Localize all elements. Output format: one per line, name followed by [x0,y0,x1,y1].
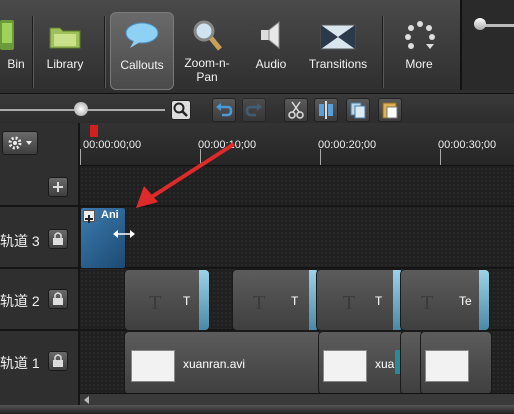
tab-callouts[interactable]: Callouts [110,12,174,90]
paste-icon [382,102,398,119]
timeline-toolbar [0,93,514,124]
magnifier-icon [193,20,222,51]
tab-bin-label: Bin [7,57,25,71]
text-clip[interactable]: T T [124,269,210,331]
window-bottom-edge [0,405,514,414]
zoom-label-line1: Zoom-n- [184,56,230,70]
copy-button[interactable] [346,98,370,122]
preview-zoom-knob[interactable] [474,18,486,30]
clip-bin-icon [0,20,14,50]
tab-zoom-n-pan-label: Zoom-n- Pan [176,56,238,84]
tab-more-label: More [405,57,433,71]
library-folder-icon [49,27,81,49]
transition-marker[interactable] [479,270,489,330]
text-clip-label: T [291,294,299,308]
transition-marker[interactable] [199,270,209,330]
timeline-settings-button[interactable] [2,131,38,155]
video-thumbnail [425,350,469,382]
toolbar-divider [104,16,106,88]
copy-icon [350,102,366,119]
tab-library[interactable]: Library [36,14,94,88]
resize-cursor-icon [113,230,135,238]
tab-transitions-label: Transitions [308,57,368,71]
video-clip[interactable]: xuanran.avi [124,331,322,395]
text-clip-label: T [183,294,191,308]
tab-audio-label: Audio [255,57,287,71]
ruler-time-20: 00:00:20;00 [318,139,377,151]
zoom-label-line2: Pan [196,70,218,84]
video-thumbnail [131,350,175,382]
callout-bubble-icon [125,22,159,48]
gear-icon [8,136,32,150]
track-2-label: 轨道 2 [0,293,40,309]
split-button[interactable] [314,98,338,122]
cut-button[interactable] [284,98,308,122]
scroll-left-icon[interactable] [82,395,92,405]
track-3-label: 轨道 3 [0,233,40,249]
track-headers: 轨道 3 轨道 2 轨道 1 [0,123,78,405]
video-clip-label: xuanran.avi [183,357,246,371]
timeline-zoom-button[interactable] [171,100,191,120]
video-clip[interactable]: xua [318,331,404,395]
text-clip[interactable]: T Te [400,269,490,331]
undo-button[interactable] [212,98,236,122]
expand-clip-button[interactable] [83,210,95,223]
ruler-tick [440,149,441,165]
timeline-zoom-knob[interactable] [74,102,88,116]
text-clip-thumb: T [149,292,162,314]
ruler-time-30: 00:00:30;00 [438,139,497,151]
preview-zoom-panel [460,0,514,90]
lock-icon [53,354,63,367]
tab-audio[interactable]: Audio [242,14,300,88]
playhead-marker[interactable] [90,125,98,137]
tab-library-label: Library [46,57,84,71]
tab-callouts-label: Callouts [120,58,164,72]
redo-button[interactable] [242,98,266,122]
video-clip[interactable] [420,331,492,395]
ruler-tick [320,149,321,165]
track-1-label: 轨道 1 [0,355,40,371]
lock-icon [53,292,63,305]
text-clip-thumb: T [421,292,434,314]
add-track-button[interactable] [48,177,68,197]
track-1-lock-button[interactable] [48,351,68,371]
track-2-lock-button[interactable] [48,289,68,309]
scissors-icon [288,101,304,119]
paste-button[interactable] [378,98,402,122]
text-clip-thumb: T [253,292,266,314]
toolbar-divider [32,16,34,88]
tab-bin[interactable]: Bin [0,14,30,88]
undo-icon [216,103,233,117]
toolbar-divider [382,16,384,88]
split-icon [319,101,333,119]
text-clip-thumb: T [343,292,356,314]
plus-icon [85,215,93,223]
speaker-icon [261,20,280,50]
transitions-icon [320,24,356,50]
track-3-lock-button[interactable] [48,229,68,249]
text-clip-label: Te [459,294,472,308]
search-icon [173,102,188,117]
tab-transitions[interactable]: Transitions [302,14,374,88]
main-toolbar: Bin Library Callouts Zoom-n- Pan Audio T… [0,0,514,93]
text-clip-label: T [375,294,383,308]
tab-more[interactable]: More [390,14,448,88]
callout-clip-label: Ani [101,209,119,221]
tab-zoom-n-pan[interactable]: Zoom-n- Pan [176,14,238,88]
redo-icon [245,103,262,117]
plus-icon [53,182,63,192]
video-thumbnail [323,350,367,382]
annotation-arrow-icon [136,142,236,208]
more-dots-icon [405,21,435,49]
text-clip[interactable]: T T [316,269,404,331]
video-clip-label: xua [375,357,395,371]
lock-icon [53,232,63,245]
ruler-tick [80,149,81,165]
text-clip[interactable]: T T [232,269,320,331]
